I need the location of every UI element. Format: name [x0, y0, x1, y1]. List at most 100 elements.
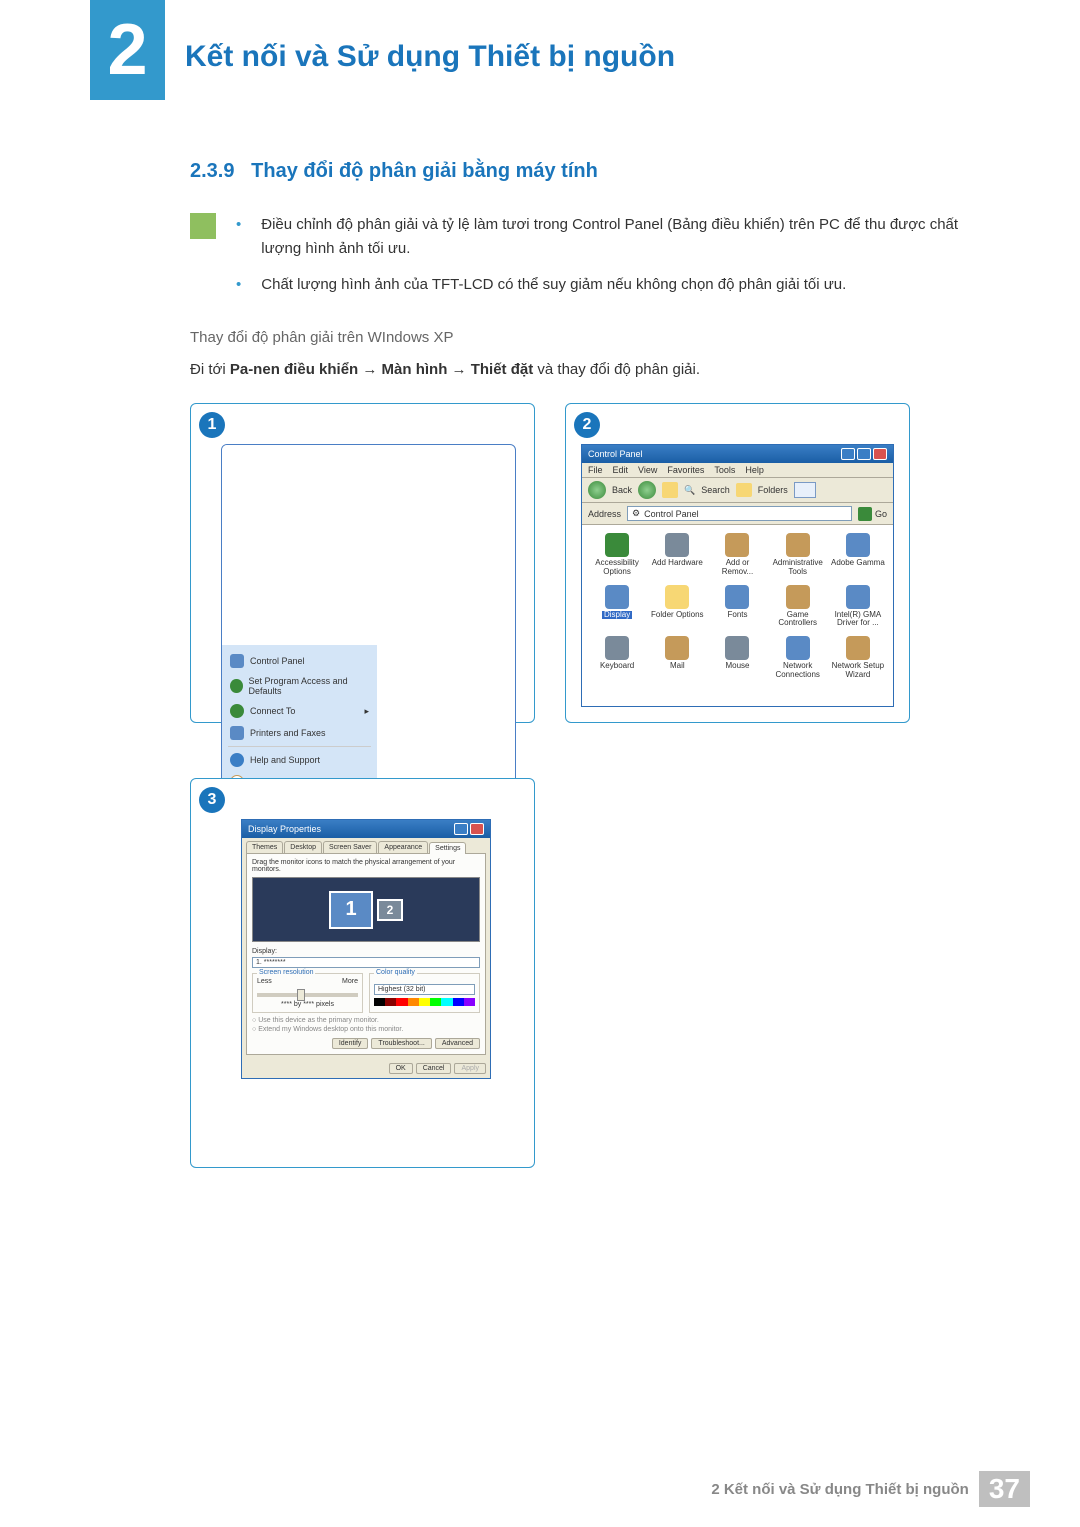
back-button[interactable]: [588, 481, 606, 499]
cp-item[interactable]: Accessibility Options: [588, 531, 646, 579]
search-icon: 🔍: [684, 485, 695, 496]
identify-button[interactable]: Identify: [332, 1038, 369, 1049]
cp-item[interactable]: Folder Options: [648, 583, 706, 631]
cp-item-icon: [725, 636, 749, 660]
cp-item[interactable]: Adobe Gamma: [829, 531, 887, 579]
menu-separator: [228, 746, 371, 747]
hint-text: Drag the monitor icons to match the phys…: [252, 859, 480, 873]
cp-item-label: Game Controllers: [771, 611, 825, 629]
control-panel-window: Control Panel File Edit View Favorites T…: [581, 444, 894, 707]
cp-item-label: Add Hardware: [652, 559, 703, 568]
monitor-2[interactable]: 2: [377, 899, 403, 921]
tab-screensaver[interactable]: Screen Saver: [323, 841, 377, 853]
menu-file[interactable]: File: [588, 465, 603, 475]
tab-themes[interactable]: Themes: [246, 841, 283, 853]
info-icon: [190, 213, 216, 239]
step-badge-3: 3: [199, 787, 225, 813]
up-button[interactable]: [662, 482, 678, 498]
menu-favorites[interactable]: Favorites: [667, 465, 704, 475]
help-icon: [230, 753, 244, 767]
address-bar: Address ⚙ Control Panel Go: [582, 503, 893, 525]
menu-item-connect-to[interactable]: Connect To ▸: [222, 700, 377, 722]
cp-item[interactable]: Game Controllers: [769, 583, 827, 631]
cp-item-icon: [605, 585, 629, 609]
page-footer: 2 Kết nối và Sử dụng Thiết bị nguồn 37: [0, 1471, 1080, 1507]
window-title: Display Properties: [248, 824, 321, 834]
display-label: Display:: [252, 948, 480, 955]
screenshot-2-box: 2 Control Panel File Edit View Favorites…: [565, 403, 910, 723]
cp-item-icon: [605, 533, 629, 557]
resolution-text: **** by **** pixels: [257, 1001, 358, 1008]
control-panel-icon: [230, 654, 244, 668]
cp-item-label: Network Connections: [771, 662, 825, 680]
color-quality-select[interactable]: Highest (32 bit): [374, 984, 475, 995]
tab-desktop[interactable]: Desktop: [284, 841, 322, 853]
settings-panel: Drag the monitor icons to match the phys…: [246, 853, 486, 1055]
menu-view[interactable]: View: [638, 465, 657, 475]
monitor-1[interactable]: 1: [329, 891, 373, 929]
step-badge-1: 1: [199, 412, 225, 438]
apply-button[interactable]: Apply: [454, 1063, 486, 1074]
troubleshoot-button[interactable]: Troubleshoot...: [371, 1038, 431, 1049]
tab-appearance[interactable]: Appearance: [378, 841, 428, 853]
menu-tools[interactable]: Tools: [714, 465, 735, 475]
menu-item-control-panel[interactable]: Control Panel: [222, 650, 377, 672]
cp-item-icon: [846, 533, 870, 557]
monitor-arrangement[interactable]: 1 2: [252, 877, 480, 942]
cp-item[interactable]: Administrative Tools: [769, 531, 827, 579]
menu-bar: File Edit View Favorites Tools Help: [582, 463, 893, 478]
subtext: Thay đổi độ phân giải trên WIndows XP: [190, 329, 1000, 346]
forward-button[interactable]: [638, 481, 656, 499]
cp-item[interactable]: Add or Remov...: [708, 531, 766, 579]
tab-bar: Themes Desktop Screen Saver Appearance S…: [242, 838, 490, 853]
cp-item[interactable]: Network Setup Wizard: [829, 634, 887, 682]
extend-desktop-checkbox[interactable]: ○ Extend my Windows desktop onto this mo…: [252, 1026, 480, 1033]
primary-monitor-checkbox[interactable]: ○ Use this device as the primary monitor…: [252, 1017, 480, 1024]
go-button[interactable]: Go: [858, 507, 887, 521]
cp-item-icon: [725, 585, 749, 609]
cp-item[interactable]: Keyboard: [588, 634, 646, 682]
resolution-slider[interactable]: [257, 993, 358, 997]
slider-thumb[interactable]: [297, 989, 305, 1001]
cp-item[interactable]: Display: [588, 583, 646, 631]
cp-item[interactable]: Fonts: [708, 583, 766, 631]
menu-item-printers[interactable]: Printers and Faxes: [222, 722, 377, 744]
views-button[interactable]: [794, 482, 816, 498]
cp-item[interactable]: Intel(R) GMA Driver for ...: [829, 583, 887, 631]
cp-item[interactable]: Mouse: [708, 634, 766, 682]
maximize-button[interactable]: [857, 448, 871, 460]
menu-item-help[interactable]: Help and Support: [222, 749, 377, 771]
address-label: Address: [588, 509, 621, 519]
footer-text: 2 Kết nối và Sử dụng Thiết bị nguồn: [711, 1481, 969, 1498]
close-button[interactable]: [873, 448, 887, 460]
cp-item-icon: [665, 636, 689, 660]
folders-label[interactable]: Folders: [758, 485, 788, 495]
address-field[interactable]: ⚙ Control Panel: [627, 506, 852, 521]
search-label[interactable]: Search: [701, 485, 730, 495]
tab-settings[interactable]: Settings: [429, 842, 466, 854]
chapter-number: 2: [107, 9, 147, 91]
color-bar: [374, 998, 475, 1006]
connect-to-icon: [230, 704, 244, 718]
advanced-button[interactable]: Advanced: [435, 1038, 480, 1049]
cancel-button[interactable]: Cancel: [416, 1063, 452, 1074]
cp-item-icon: [725, 533, 749, 557]
menu-edit[interactable]: Edit: [613, 465, 629, 475]
display-properties-window: Display Properties Themes Desktop Screen…: [241, 819, 491, 1079]
display-select[interactable]: 1. ********: [252, 957, 480, 968]
screenshot-3-box: 3 Display Properties Themes Desktop Scre…: [190, 778, 535, 1168]
close-button[interactable]: [470, 823, 484, 835]
cp-item[interactable]: Network Connections: [769, 634, 827, 682]
chevron-right-icon: ▸: [364, 706, 369, 717]
section-title: Thay đổi độ phân giải bằng máy tính: [251, 160, 598, 182]
cp-item-icon: [786, 533, 810, 557]
go-icon: [858, 507, 872, 521]
page-number: 37: [979, 1471, 1030, 1507]
menu-item-set-defaults[interactable]: Set Program Access and Defaults: [222, 672, 377, 700]
ok-button[interactable]: OK: [389, 1063, 413, 1074]
menu-help[interactable]: Help: [745, 465, 764, 475]
minimize-button[interactable]: [841, 448, 855, 460]
help-button[interactable]: [454, 823, 468, 835]
cp-item[interactable]: Add Hardware: [648, 531, 706, 579]
cp-item[interactable]: Mail: [648, 634, 706, 682]
